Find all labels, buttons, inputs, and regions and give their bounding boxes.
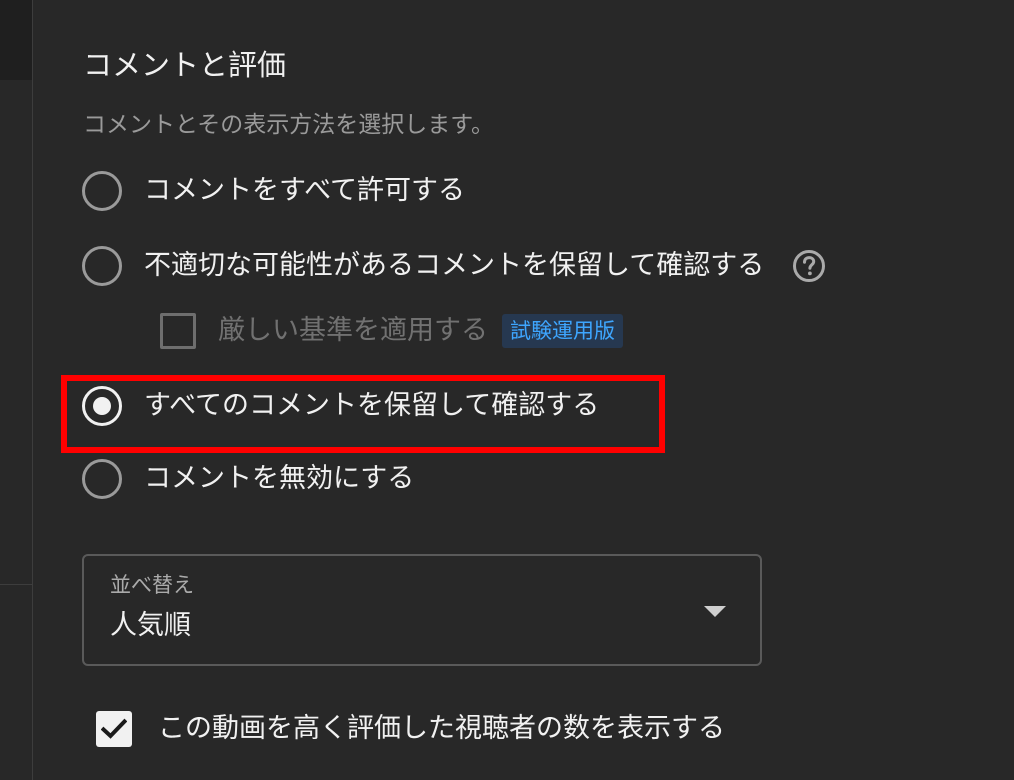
section-description: コメントとその表示方法を選択します。 xyxy=(83,112,495,138)
radio-button[interactable] xyxy=(82,459,122,499)
radio-option-label: コメントをすべて許可する xyxy=(144,175,466,206)
radio-button[interactable] xyxy=(82,171,122,211)
radio-option-disable-comments[interactable]: コメントを無効にする xyxy=(82,459,414,499)
panel-divider xyxy=(32,0,33,780)
show-likes-label: この動画を高く評価した視聴者の数を表示する xyxy=(158,713,725,744)
experimental-badge: 試験運用版 xyxy=(502,314,623,348)
radio-button-selected[interactable] xyxy=(82,386,122,426)
left-nav-strip xyxy=(0,0,32,780)
caret-down-icon xyxy=(704,606,726,617)
radio-button[interactable] xyxy=(82,246,122,286)
comments-settings-panel: コメントと評価 コメントとその表示方法を選択します。 コメントをすべて許可する … xyxy=(0,0,1014,780)
radio-option-allow-all[interactable]: コメントをすべて許可する xyxy=(82,171,465,211)
section-title: コメントと評価 xyxy=(83,48,287,82)
help-circle-icon[interactable] xyxy=(792,249,826,283)
radio-option-hold-all[interactable]: すべてのコメントを保留して確認する xyxy=(82,386,599,426)
strict-filter-checkbox xyxy=(160,313,196,349)
sort-by-dropdown[interactable]: 並べ替え 人気順 xyxy=(82,554,762,666)
left-nav-header-block xyxy=(0,0,32,80)
sort-by-value: 人気順 xyxy=(110,610,191,641)
strict-filter-option: 厳しい基準を適用する 試験運用版 xyxy=(160,313,623,349)
strict-filter-label: 厳しい基準を適用する xyxy=(218,315,488,346)
left-nav-divider xyxy=(0,584,32,585)
checkmark-icon xyxy=(101,718,127,739)
show-likes-option[interactable]: この動画を高く評価した視聴者の数を表示する xyxy=(96,709,725,749)
radio-option-label: コメントを無効にする xyxy=(144,463,415,494)
radio-option-label: 不適切な可能性があるコメントを保留して確認する xyxy=(144,250,765,281)
radio-option-hold-inappropriate[interactable]: 不適切な可能性があるコメントを保留して確認する xyxy=(82,246,826,286)
radio-option-label: すべてのコメントを保留して確認する xyxy=(144,390,600,421)
show-likes-checkbox[interactable] xyxy=(96,711,132,747)
sort-by-caption: 並べ替え xyxy=(110,573,194,597)
